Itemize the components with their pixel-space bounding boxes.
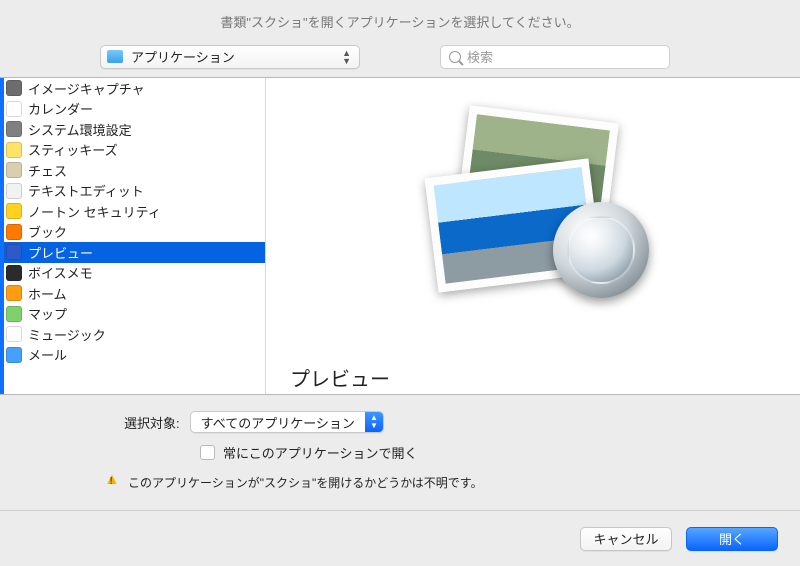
calendar-icon <box>6 101 22 117</box>
list-item-label: ブック <box>28 222 67 241</box>
list-item-label: システム環境設定 <box>28 120 132 139</box>
filter-value: すべてのアプリケーション <box>201 413 355 432</box>
loupe-icon <box>553 202 649 298</box>
map-icon <box>6 306 22 322</box>
list-item[interactable]: テキストエディット <box>0 181 265 202</box>
selection-strip <box>0 78 4 394</box>
list-item[interactable]: ボイスメモ <box>0 263 265 284</box>
list-item-label: メール <box>28 345 67 364</box>
list-item-label: スティッキーズ <box>28 140 118 159</box>
location-label: アプリケーション <box>131 47 235 66</box>
filter-select[interactable]: すべてのアプリケーション ▲▼ <box>190 411 384 433</box>
note-icon <box>6 142 22 158</box>
list-item-label: ミュージック <box>28 325 106 344</box>
search-input[interactable]: 検索 <box>440 45 670 69</box>
warning-text: このアプリケーションが"スクショ"を開けるかどうかは不明です。 <box>128 474 483 491</box>
folder-icon <box>107 50 123 63</box>
list-item[interactable]: ミュージック <box>0 324 265 345</box>
preview-pane: プレビュー <box>266 78 800 394</box>
toolbar: アプリケーション ▲▼ 検索 <box>0 42 800 78</box>
mail-icon <box>6 347 22 363</box>
options-pane: 選択対象: すべてのアプリケーション ▲▼ 常にこのアプリケーションで開く この… <box>0 394 800 504</box>
cancel-button[interactable]: キャンセル <box>580 527 672 551</box>
book-icon <box>6 224 22 240</box>
list-item-label: ボイスメモ <box>28 263 93 282</box>
list-item[interactable]: マップ <box>0 304 265 325</box>
list-item[interactable]: スティッキーズ <box>0 140 265 161</box>
list-item[interactable]: カレンダー <box>0 99 265 120</box>
list-item[interactable]: プレビュー <box>0 242 265 263</box>
app-large-icon <box>423 108 643 298</box>
instruction-text: 書類"スクショ"を開くアプリケーションを選択してください。 <box>0 0 800 42</box>
list-item-label: ノートン セキュリティ <box>28 202 161 221</box>
list-item[interactable]: イメージキャプチャ <box>0 78 265 99</box>
chevron-updown-icon: ▲▼ <box>340 49 353 65</box>
gear-icon <box>6 121 22 137</box>
list-item-label: テキストエディット <box>28 181 144 200</box>
list-item-label: チェス <box>28 161 67 180</box>
music-icon <box>6 326 22 342</box>
chess-icon <box>6 162 22 178</box>
list-item[interactable]: ホーム <box>0 283 265 304</box>
chevron-updown-icon: ▲▼ <box>365 412 383 432</box>
location-popup[interactable]: アプリケーション ▲▼ <box>100 45 360 69</box>
always-open-checkbox[interactable] <box>200 445 215 460</box>
open-button[interactable]: 開く <box>686 527 778 551</box>
search-icon <box>449 51 461 63</box>
filter-label: 選択対象: <box>124 413 180 432</box>
warning-icon <box>104 474 120 490</box>
dialog-footer: キャンセル 開く <box>0 510 800 566</box>
list-item[interactable]: システム環境設定 <box>0 119 265 140</box>
list-item[interactable]: チェス <box>0 160 265 181</box>
always-open-label: 常にこのアプリケーションで開く <box>223 443 417 462</box>
textedit-icon <box>6 183 22 199</box>
search-placeholder: 検索 <box>467 47 493 66</box>
list-item-label: マップ <box>28 304 67 323</box>
list-item-label: プレビュー <box>28 243 93 262</box>
voice-icon <box>6 265 22 281</box>
list-item[interactable]: メール <box>0 345 265 366</box>
camera-icon <box>6 80 22 96</box>
list-item[interactable]: ブック <box>0 222 265 243</box>
list-item[interactable]: ノートン セキュリティ <box>0 201 265 222</box>
finder-columns: イメージキャプチャカレンダーシステム環境設定スティッキーズチェステキストエディッ… <box>0 78 800 394</box>
shield-icon <box>6 203 22 219</box>
preview-title: プレビュー <box>290 363 390 392</box>
home-icon <box>6 285 22 301</box>
application-list[interactable]: イメージキャプチャカレンダーシステム環境設定スティッキーズチェステキストエディッ… <box>0 78 266 394</box>
list-item-label: ホーム <box>28 284 67 303</box>
list-item-label: カレンダー <box>28 99 93 118</box>
list-item-label: イメージキャプチャ <box>28 79 145 98</box>
preview-icon <box>6 244 22 260</box>
